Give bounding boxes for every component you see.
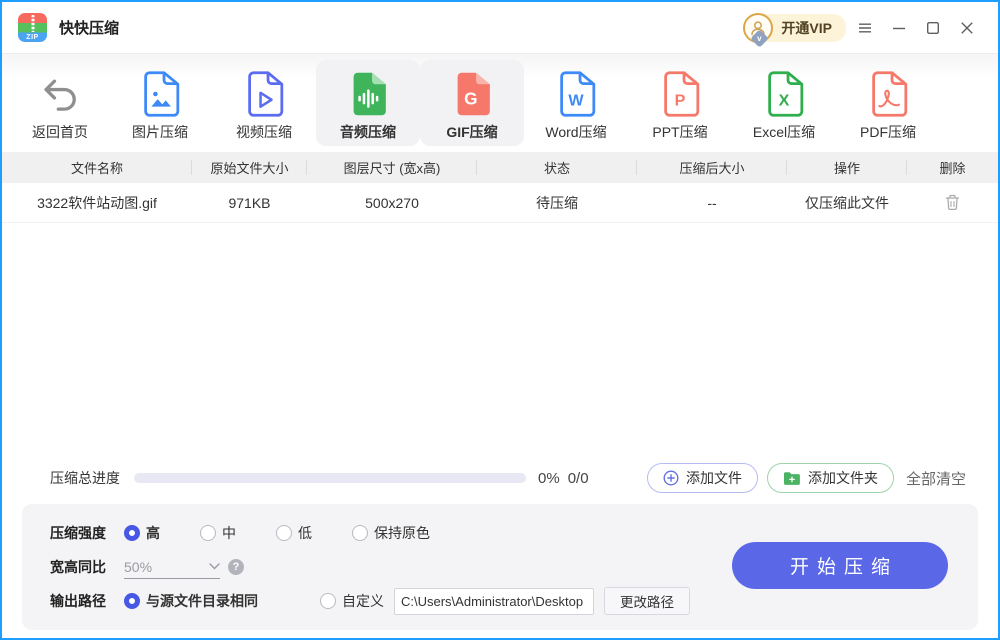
radio-selected-icon [124, 593, 140, 609]
column-header-status: 状态 [477, 152, 637, 183]
trash-icon [945, 194, 960, 211]
delete-file-button[interactable] [907, 183, 998, 222]
file-name: 3322软件站动图.gif [37, 194, 157, 211]
start-compress-button[interactable]: 开始压缩 [732, 542, 948, 589]
strength-option-high[interactable]: 高 [124, 523, 160, 543]
clear-all-button[interactable]: 全部清空 [906, 468, 966, 489]
progress-count: 0/0 [567, 469, 589, 487]
audio-doc-icon [348, 69, 388, 119]
file-table-header: 文件名称 原始文件大小 图层尺寸 (宽x高) 状态 压缩后大小 操作 删除 [2, 152, 998, 183]
chevron-down-icon [209, 563, 220, 570]
video-doc-icon [244, 69, 284, 119]
custom-path-input[interactable] [394, 587, 594, 615]
strength-option-keep-color[interactable]: 保持原色 [352, 523, 430, 543]
toolbar: 返回首页 图片压缩 视频压缩 音频压缩 G GIF压缩 W Word压缩 P P… [2, 54, 998, 152]
file-dimensions: 500x270 [365, 194, 419, 211]
strength-label: 压缩强度 [50, 525, 106, 541]
add-folder-button[interactable]: 添加文件夹 [766, 463, 894, 493]
user-avatar-icon[interactable]: v [743, 12, 774, 48]
radio-selected-icon [124, 525, 140, 541]
ratio-select[interactable]: 50% [124, 555, 220, 579]
help-icon[interactable]: ? [228, 559, 244, 575]
radio-icon [276, 525, 292, 541]
close-button[interactable] [952, 13, 982, 43]
output-label: 输出路径 [50, 593, 106, 609]
change-path-button[interactable]: 更改路径 [604, 587, 690, 615]
output-row: 输出路径 与源文件目录相同 自定义 更改路径 [50, 584, 952, 618]
empty-file-area [2, 223, 998, 462]
strength-option-medium[interactable]: 中 [200, 523, 236, 543]
gif-doc-icon: G [452, 69, 492, 119]
title-bar: ZIP 快快压缩 v 开通VIP [2, 2, 998, 54]
column-header-original-size: 原始文件大小 [192, 152, 307, 183]
table-row: 3322软件站动图.gif 971KB 500x270 待压缩 -- 仅压缩此文… [2, 183, 998, 223]
strength-option-low[interactable]: 低 [276, 523, 312, 543]
radio-icon [200, 525, 216, 541]
toolbar-item-ppt[interactable]: P PPT压缩 [628, 60, 732, 146]
settings-panel: 压缩强度 高 中 低 保持原色 宽高同比 50% ? 输出路径 与源文件目录相同… [22, 504, 978, 630]
pdf-doc-icon [868, 69, 908, 119]
folder-plus-icon [783, 471, 800, 485]
app-title: 快快压缩 [59, 20, 120, 37]
output-option-custom[interactable]: 自定义 [320, 591, 384, 611]
toolbar-item-pdf[interactable]: PDF压缩 [836, 60, 940, 146]
column-header-compressed-size: 压缩后大小 [637, 152, 787, 183]
ratio-value: 50% [124, 558, 153, 575]
minimize-button[interactable] [884, 13, 914, 43]
file-status: 待压缩 [536, 194, 578, 211]
compress-this-file-link[interactable]: 仅压缩此文件 [787, 183, 907, 222]
progress-label: 压缩总进度 [50, 470, 120, 486]
svg-text:P: P [675, 92, 686, 110]
add-file-button[interactable]: 添加文件 [646, 463, 758, 493]
svg-text:W: W [568, 92, 584, 110]
radio-icon [352, 525, 368, 541]
file-original-size: 971KB [228, 194, 271, 211]
app-window: ZIP 快快压缩 v 开通VIP 返回首页 图片压缩 视频压缩 音频压缩 G G… [0, 0, 1000, 640]
progress-bar [134, 473, 526, 483]
toolbar-item-audio[interactable]: 音频压缩 [316, 60, 420, 146]
ppt-doc-icon: P [660, 69, 700, 119]
progress-row: 压缩总进度 0% 0/0 添加文件 添加文件夹 全部清空 [2, 462, 998, 494]
open-vip-button[interactable]: 开通VIP [761, 13, 846, 42]
back-arrow-icon [40, 69, 80, 119]
column-header-delete: 删除 [939, 161, 966, 176]
word-doc-icon: W [556, 69, 596, 119]
svg-text:X: X [779, 92, 790, 110]
toolbar-item-word[interactable]: W Word压缩 [524, 60, 628, 146]
output-option-same-dir[interactable]: 与源文件目录相同 [124, 591, 258, 611]
column-header-action: 操作 [787, 152, 907, 183]
app-logo-icon: ZIP [18, 13, 47, 42]
plus-circle-icon [663, 470, 679, 486]
file-compressed-size: -- [707, 194, 717, 211]
ratio-label: 宽高同比 [50, 559, 106, 575]
radio-icon [320, 593, 336, 609]
image-doc-icon [140, 69, 180, 119]
column-header-filename: 文件名称 [2, 152, 192, 183]
toolbar-item-image[interactable]: 图片压缩 [108, 60, 212, 146]
toolbar-item-excel[interactable]: X Excel压缩 [732, 60, 836, 146]
svg-text:G: G [464, 88, 477, 108]
maximize-button[interactable] [918, 13, 948, 43]
excel-doc-icon: X [764, 69, 804, 119]
toolbar-item-home[interactable]: 返回首页 [12, 60, 108, 146]
toolbar-item-gif[interactable]: G GIF压缩 [420, 60, 524, 146]
column-header-dimensions: 图层尺寸 (宽x高) [307, 152, 477, 183]
toolbar-item-video[interactable]: 视频压缩 [212, 60, 316, 146]
menu-icon[interactable] [850, 13, 880, 43]
progress-percent: 0% [538, 469, 560, 487]
